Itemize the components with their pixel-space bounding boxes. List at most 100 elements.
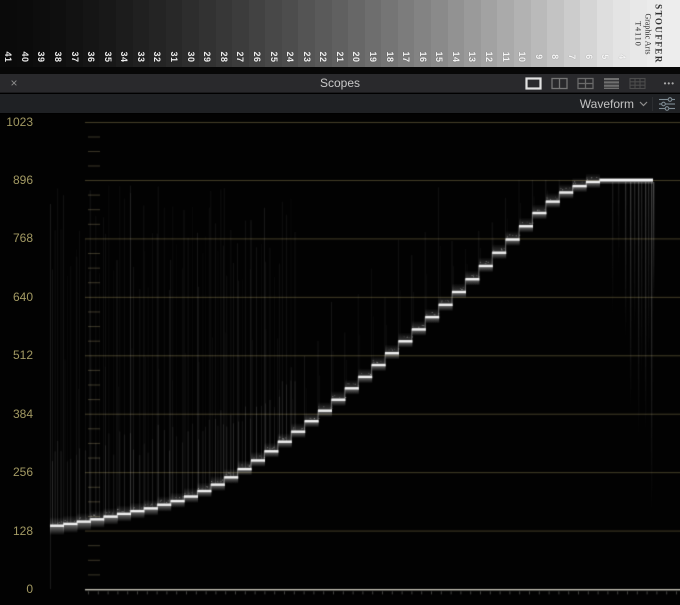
y-axis-tick-label: 128: [0, 524, 33, 538]
wedge-step-number: 38: [53, 51, 63, 62]
wedge-step-number: 32: [152, 51, 162, 62]
single-view-button[interactable]: [525, 77, 542, 90]
wedge-step-number: 39: [36, 51, 46, 62]
y-axis-tick-label: 1023: [0, 115, 33, 129]
wedge-step-number: 34: [119, 51, 129, 62]
wedge-step: 13: [464, 0, 481, 67]
wedge-step: 32: [149, 0, 166, 67]
grid-view-button[interactable]: [629, 77, 646, 90]
wedge-step-number: 5: [600, 54, 610, 60]
waveform-scope: 10238967686405123842561280: [0, 114, 680, 605]
scope-mode-value: Waveform: [580, 97, 634, 111]
scopes-window: 4140393837363534333231302928272625242322…: [0, 0, 680, 605]
panel-options-menu-button[interactable]: •••: [664, 74, 675, 93]
wedge-step-number: 26: [252, 51, 262, 62]
wedge-step: 40: [17, 0, 34, 67]
y-axis-tick-label: 384: [0, 407, 33, 421]
four-up-view-button[interactable]: [577, 77, 594, 90]
two-up-view-button[interactable]: [551, 77, 568, 90]
wedge-step: 31: [166, 0, 183, 67]
wedge-step-number: 12: [484, 51, 494, 62]
wedge-step: 41: [0, 0, 17, 67]
brand-line-3: T4110: [632, 4, 642, 64]
grid-view-icon: [629, 77, 646, 90]
wedge-step-number: 4: [617, 54, 627, 60]
wedge-step-number: 8: [550, 54, 560, 60]
wedge-step: 5: [597, 0, 614, 67]
rows-view-icon: [603, 77, 620, 90]
wedge-step-number: 40: [20, 51, 30, 62]
sliders-icon: [658, 97, 676, 111]
wedge-step-number: 20: [351, 51, 361, 62]
strip-separator: [0, 67, 680, 74]
wedge-step: 30: [182, 0, 199, 67]
wedge-step: 28: [216, 0, 233, 67]
wedge-step-number: 22: [318, 51, 328, 62]
brand-line-1: STOUFFER: [652, 4, 663, 64]
wedge-step-number: 35: [103, 51, 113, 62]
two-up-view-icon: [551, 77, 568, 90]
wedge-step-number: 30: [186, 51, 196, 62]
wedge-step-number: 16: [418, 51, 428, 62]
wedge-step: 7: [564, 0, 581, 67]
chevron-down-icon: [639, 101, 648, 107]
wedge-step-number: 29: [202, 51, 212, 62]
wedge-step: 27: [232, 0, 249, 67]
step-wedge-image: 4140 39 38 37 36 35 34 3332 31 30 29 282726 25 24 23 22…: [0, 0, 680, 67]
wedge-step-number: 25: [269, 51, 279, 62]
wedge-step: 36: [83, 0, 100, 67]
four-up-view-icon: [577, 77, 594, 90]
wedge-step-number: 15: [434, 51, 444, 62]
wedge-step-number: 11: [501, 52, 511, 63]
wedge-step: 8: [547, 0, 564, 67]
wedge-step: 24: [282, 0, 299, 67]
wedge-step: 17: [398, 0, 415, 67]
wedge-step: 11: [497, 0, 514, 67]
wedge-step: 15: [431, 0, 448, 67]
rows-view-button[interactable]: [603, 77, 620, 90]
wedge-step-number: 37: [70, 51, 80, 62]
wedge-step: 25: [265, 0, 282, 67]
wedge-step-number: 7: [567, 54, 577, 60]
wedge-step: 10: [514, 0, 531, 67]
wedge-step-number: 24: [285, 51, 295, 62]
wedge-step-number: 21: [335, 51, 345, 62]
wedge-step-number: 28: [219, 51, 229, 62]
wedge-step-number: 10: [517, 51, 527, 62]
y-axis-tick-label: 512: [0, 348, 33, 362]
single-view-icon: [525, 77, 542, 90]
scopes-titlebar: × Scopes: [0, 74, 680, 93]
scope-mode-dropdown[interactable]: Waveform: [580, 94, 648, 114]
wedge-step: 37: [66, 0, 83, 67]
wedge-step: 39: [33, 0, 50, 67]
wedge-step-number: 36: [86, 51, 96, 62]
wedge-step-number: 23: [302, 51, 312, 62]
wedge-step: 16: [414, 0, 431, 67]
wedge-step: 4: [613, 0, 630, 67]
wedge-step: 19: [365, 0, 382, 67]
wedge-step: [663, 0, 680, 67]
wedge-step-number: 14: [451, 51, 461, 62]
wedge-step-number: 31: [169, 51, 179, 62]
wedge-step: 26: [249, 0, 266, 67]
wedge-step: 18: [381, 0, 398, 67]
wedge-step: 38: [50, 0, 67, 67]
scope-settings-button[interactable]: [658, 97, 676, 111]
waveform-scope-canvas: [0, 114, 680, 605]
step-wedge-gradient: 4140 39 38 37 36 35 34 3332 31 30 29 282726 25 24 23 22…: [0, 0, 680, 67]
wedge-step: 6: [580, 0, 597, 67]
y-axis-tick-label: 896: [0, 173, 33, 187]
wedge-step: 20: [348, 0, 365, 67]
wedge-step: 21: [332, 0, 349, 67]
wedge-step-number: 19: [368, 51, 378, 62]
scope-layout-buttons: [525, 77, 646, 90]
wedge-step-number: 13: [467, 51, 477, 62]
wedge-step: 33: [133, 0, 150, 67]
wedge-step: 12: [481, 0, 498, 67]
y-axis-tick-label: 0: [0, 582, 33, 596]
wedge-step: 34: [116, 0, 133, 67]
wedge-step: 35: [99, 0, 116, 67]
wedge-step-number: 9: [534, 54, 544, 60]
wedge-step: 14: [448, 0, 465, 67]
wedge-step: 23: [298, 0, 315, 67]
